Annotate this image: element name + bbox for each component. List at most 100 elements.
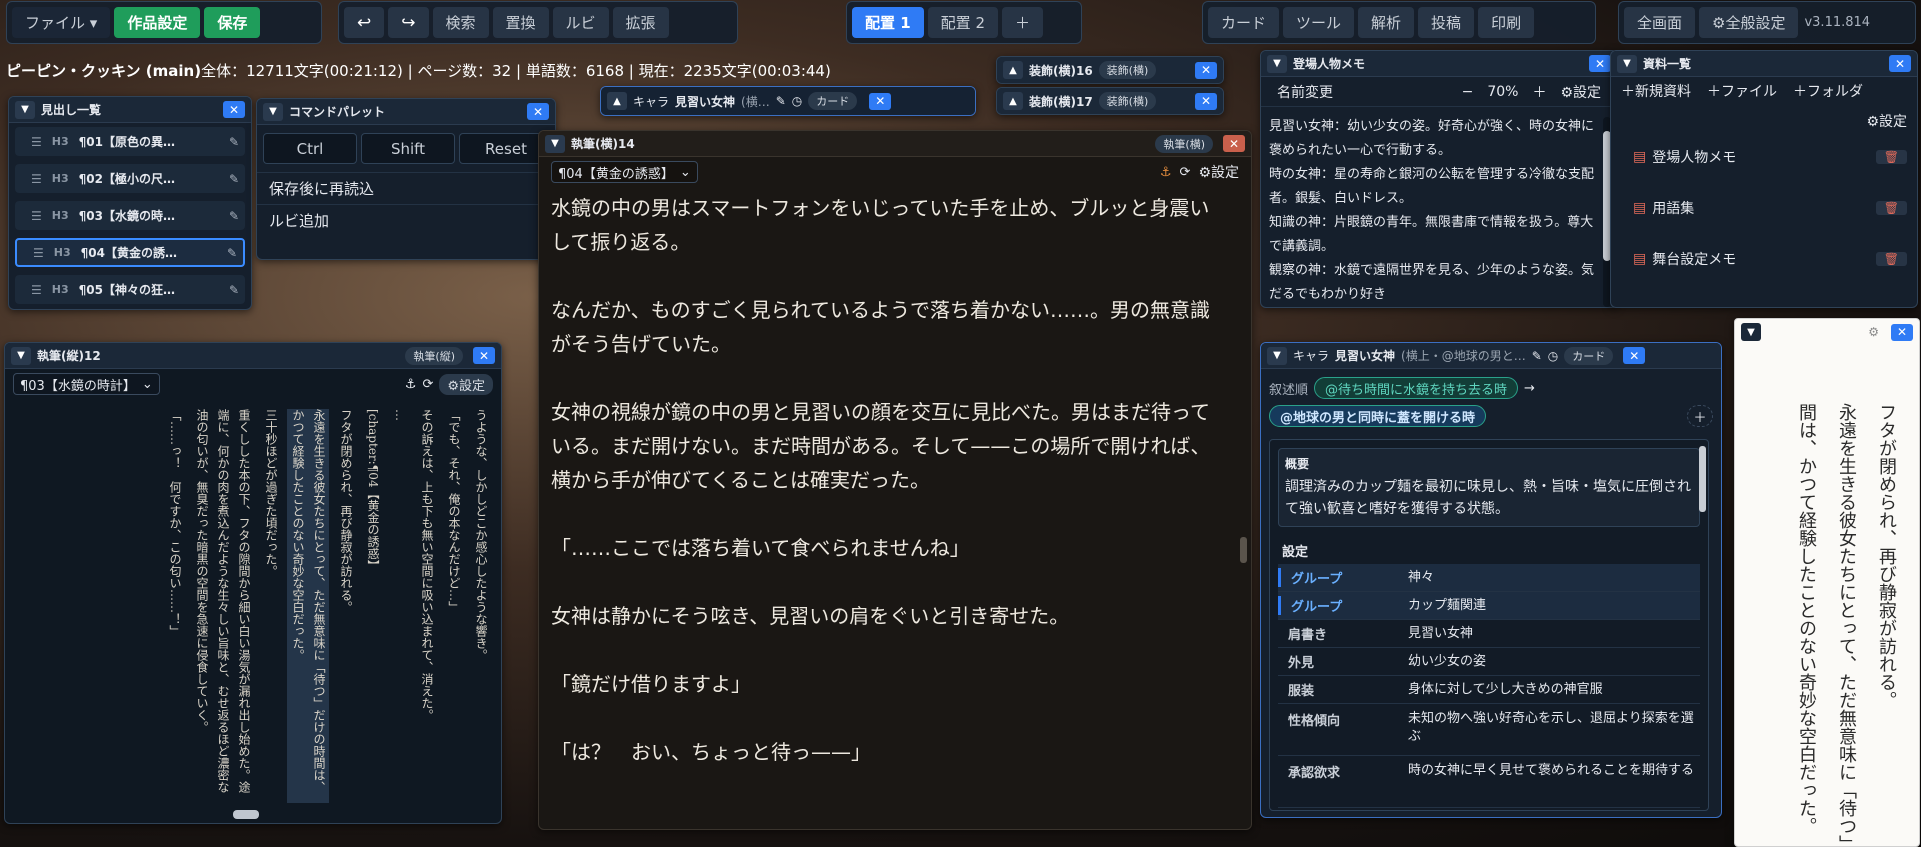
close-icon[interactable]: ✕ [1589,55,1611,72]
chapter-select[interactable]: ¶03【水鏡の時計】 ⌄ [13,373,160,395]
vertical-scrollbar[interactable] [1240,537,1247,563]
analysis-button[interactable]: 解析 [1358,7,1415,38]
edit-icon[interactable]: ✎ [1532,349,1542,363]
drag-handle-icon[interactable]: ☰ [31,135,42,149]
drag-handle-icon[interactable]: ☰ [31,283,42,297]
drag-handle-icon[interactable]: ☰ [33,246,44,260]
edit-icon[interactable]: ✎ [776,94,786,108]
new-material-button[interactable]: ＋新規資料 [1621,81,1691,101]
collapse-icon[interactable]: ▼ [15,100,35,119]
outline-item[interactable]: ☰ H3 ¶02【極小の尺… ✎ [15,164,245,193]
vertical-text-area[interactable]: うような、しかしどこか感心したような響き。 「でも、それ、俺の本なんだけど…」 その… [19,409,491,803]
expand-icon[interactable]: ▲ [1003,61,1023,79]
trash-icon[interactable]: 🗑 [1875,252,1907,266]
collapse-icon[interactable]: ▼ [1267,54,1287,73]
outline-item[interactable]: ☰ H3 ¶03【水鏡の時… ✎ [15,201,245,230]
order-chip[interactable]: @待ち時間に水鏡を持ち去る時 [1314,377,1519,399]
search-button[interactable]: 検索 [432,7,489,38]
clock-icon[interactable]: ◷ [1548,349,1558,363]
close-icon[interactable]: ✕ [527,103,549,120]
settings-button[interactable]: ⚙設定 [1560,82,1601,102]
collapse-icon[interactable]: ▼ [1617,54,1637,73]
drag-handle-icon[interactable]: ☰ [31,172,42,186]
close-icon[interactable]: ✕ [1223,135,1245,152]
settings-button[interactable]: ⚙設定 [1866,111,1907,131]
horizontal-text-area[interactable]: 水鏡の中の男はスマートフォンをいじっていた手を止め、ブルッと身震いして振り返る。… [539,187,1251,827]
rename-button[interactable]: 名前変更 [1277,82,1333,102]
collapse-icon[interactable]: ▼ [545,134,565,153]
collapse-icon[interactable]: ▼ [11,346,31,365]
work-settings-button[interactable]: 作品設定 [114,7,201,38]
undo-icon[interactable]: ↩ [344,7,385,38]
setting-row[interactable]: グループ 神々 [1278,564,1700,592]
expand-button[interactable]: 拡張 [612,7,669,38]
setting-row[interactable]: 性格傾向 未知の物へ強い好奇心を示し、退屈より探索を選ぶ [1278,704,1700,756]
fullscreen-button[interactable]: 全画面 [1624,7,1696,38]
key-ctrl-button[interactable]: Ctrl [263,133,357,164]
close-icon[interactable]: ✕ [473,347,495,364]
ruby-button[interactable]: ルビ [552,7,609,38]
card-scrollbar[interactable] [1699,446,1706,512]
setting-row[interactable]: 外見 幼い少女の姿 [1278,648,1700,676]
save-button[interactable]: 保存 [204,7,261,38]
zoom-out-button[interactable]: − [1462,84,1474,100]
palette-item[interactable]: ルビ追加 [257,204,555,236]
layout-1-tab[interactable]: 配置 1 [852,7,924,38]
global-settings-button[interactable]: ⚙全般設定 [1699,7,1799,38]
anchor-icon[interactable]: ⚓ [1160,165,1172,180]
edit-icon[interactable]: ✎ [229,135,239,149]
close-icon[interactable]: ✕ [1889,55,1911,72]
file-menu-button[interactable]: ファイル ▾ [12,7,111,38]
trash-icon[interactable]: 🗑 [1875,150,1907,164]
card-button[interactable]: カード [1208,7,1280,38]
expand-icon[interactable]: ▲ [607,92,627,110]
material-item[interactable]: ▤ 用語集 🗑 [1633,194,1907,222]
tool-button[interactable]: ツール [1283,7,1355,38]
add-file-button[interactable]: ＋ファイル [1707,81,1777,101]
memo-text[interactable]: 見習い女神：幼い少女の姿。好奇心が強く、時の女神に褒められたい一心で行動する。時… [1269,115,1597,305]
post-button[interactable]: 投稿 [1418,7,1475,38]
horizontal-scrollbar[interactable] [233,810,259,819]
close-icon[interactable]: ✕ [1195,61,1217,79]
outline-item[interactable]: ☰ H3 ¶04【黄金の誘… ✎ [15,238,245,267]
collapse-icon[interactable]: ▼ [1267,346,1287,365]
close-icon[interactable]: ✕ [1195,92,1217,110]
material-item[interactable]: ▤ 舞台設定メモ 🗑 [1633,245,1907,273]
setting-row[interactable]: グループ カップ麺関連 [1278,592,1700,620]
refresh-icon[interactable]: ⟳ [1180,165,1191,180]
setting-row[interactable]: 肩書き 見習い女神 [1278,620,1700,648]
add-order-button[interactable]: ＋ [1687,405,1713,427]
edit-icon[interactable]: ✎ [229,172,239,186]
collapse-icon[interactable]: ▼ [1741,323,1761,341]
key-shift-button[interactable]: Shift [361,133,455,164]
chapter-select[interactable]: ¶04【黄金の誘惑】 ⌄ [551,161,698,183]
drag-handle-icon[interactable]: ☰ [31,209,42,223]
material-item[interactable]: ▤ 登場人物メモ 🗑 [1633,143,1907,171]
close-icon[interactable]: ✕ [1623,347,1646,364]
order-chip-active[interactable]: @地球の男と同時に蓋を開ける時 [1269,405,1487,427]
expand-icon[interactable]: ▲ [1003,92,1023,110]
settings-button[interactable]: ⚙設定 [1198,162,1239,182]
close-icon[interactable]: ✕ [223,101,245,118]
edit-icon[interactable]: ✎ [229,283,239,297]
palette-item[interactable]: 保存後に再読込 [257,172,555,204]
trash-icon[interactable]: 🗑 [1875,201,1907,215]
clock-icon[interactable]: ◷ [792,94,802,108]
setting-row[interactable]: 服装 身体に対して少し大きめの神官服 [1278,676,1700,704]
refresh-icon[interactable]: ⟳ [422,377,433,392]
add-folder-button[interactable]: ＋フォルダ [1793,81,1863,101]
replace-button[interactable]: 置換 [492,7,549,38]
close-icon[interactable]: ✕ [1891,323,1913,341]
summary-text[interactable]: 調理済みのカップ麺を最初に味見し、熱・旨味・塩気に圧倒されて強い歓喜と嗜好を獲得… [1285,476,1693,520]
collapse-icon[interactable]: ▼ [263,102,283,121]
gear-icon[interactable]: ⚙ [1868,325,1879,339]
close-icon[interactable]: ✕ [869,92,892,110]
outline-item[interactable]: ☰ H3 ¶01【原色の異… ✎ [15,127,245,156]
edit-icon[interactable]: ✎ [229,209,239,223]
redo-icon[interactable]: ↪ [388,7,429,38]
card-tag[interactable]: カード [1564,346,1614,365]
card-tag[interactable]: カード [808,92,858,110]
layout-add-button[interactable]: ＋ [1001,7,1043,38]
layout-2-tab[interactable]: 配置 2 [927,7,998,38]
zoom-in-button[interactable]: ＋ [1532,82,1546,102]
